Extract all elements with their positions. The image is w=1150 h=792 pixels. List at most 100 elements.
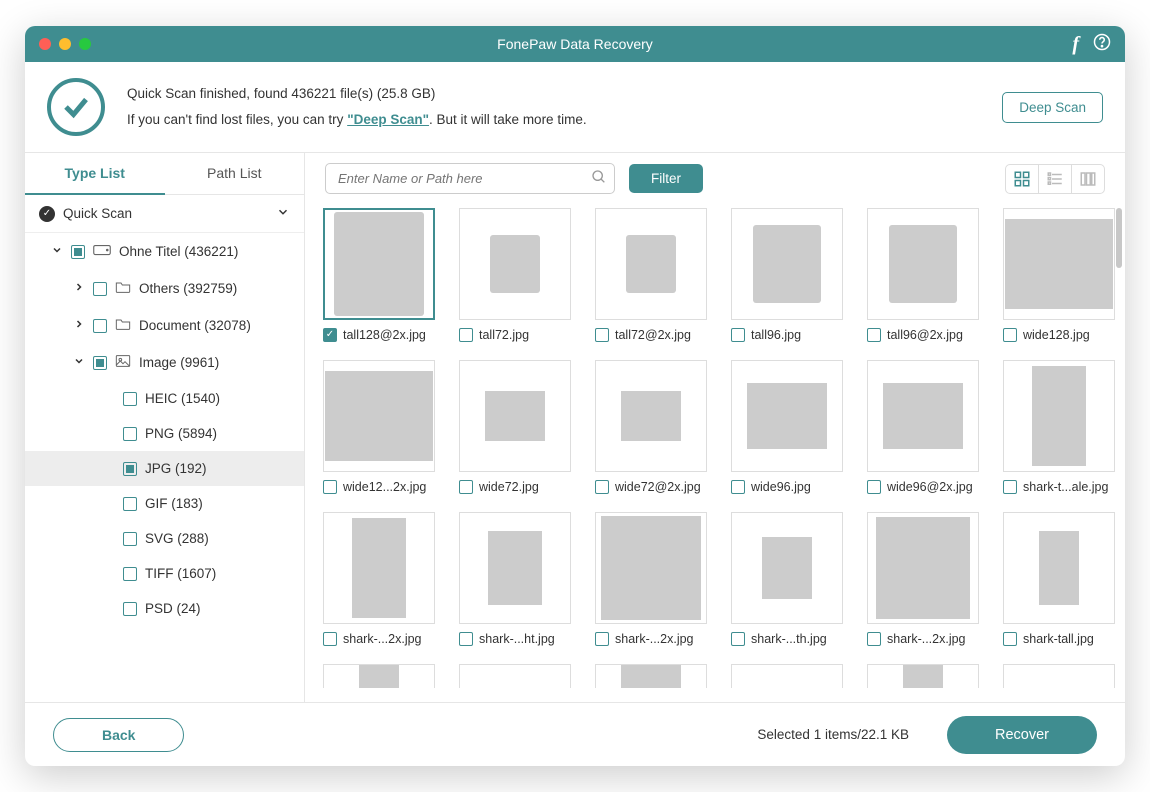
thumbnail-item[interactable]: shark-...2x.jpg xyxy=(323,512,435,646)
checkbox[interactable] xyxy=(123,602,137,616)
tab-type-list[interactable]: Type List xyxy=(25,153,165,195)
checkbox[interactable] xyxy=(323,480,337,494)
thumbnail[interactable] xyxy=(731,664,843,688)
thumbnail-item[interactable]: shark-...2x.jpg xyxy=(867,512,979,646)
thumbnail[interactable] xyxy=(459,208,571,320)
thumbnail-item[interactable]: shark-t...ale.jpg xyxy=(1003,360,1115,494)
chevron-down-icon[interactable] xyxy=(276,205,290,222)
back-button[interactable]: Back xyxy=(53,718,184,752)
search-icon[interactable] xyxy=(591,169,607,190)
thumbnail-item[interactable] xyxy=(867,664,979,688)
thumbnail[interactable] xyxy=(731,512,843,624)
checkbox[interactable] xyxy=(867,480,881,494)
checkbox[interactable] xyxy=(1003,632,1017,646)
thumbnail[interactable] xyxy=(867,664,979,688)
thumbnail[interactable] xyxy=(459,664,571,688)
thumbnail-item[interactable]: tall96.jpg xyxy=(731,208,843,342)
column-view-button[interactable] xyxy=(1071,165,1104,193)
checkbox[interactable] xyxy=(123,532,137,546)
thumbnail-item[interactable]: tall72@2x.jpg xyxy=(595,208,707,342)
chevron-right-icon[interactable] xyxy=(73,281,85,296)
thumbnail[interactable] xyxy=(1003,208,1115,320)
thumbnail[interactable] xyxy=(595,208,707,320)
thumbnail[interactable] xyxy=(731,208,843,320)
tree-quick-scan[interactable]: ✓ Quick Scan xyxy=(25,195,304,233)
thumbnail[interactable] xyxy=(867,208,979,320)
thumbnail-item[interactable]: shark-tall.jpg xyxy=(1003,512,1115,646)
thumbnail[interactable] xyxy=(323,208,435,320)
thumbnail-item[interactable] xyxy=(459,664,571,688)
tree-image[interactable]: Image (9961) xyxy=(25,344,304,381)
checkbox[interactable] xyxy=(731,632,745,646)
tree-psd[interactable]: PSD (24) xyxy=(25,591,304,626)
checkbox[interactable] xyxy=(123,567,137,581)
tree-gif[interactable]: GIF (183) xyxy=(25,486,304,521)
tree-heic[interactable]: HEIC (1540) xyxy=(25,381,304,416)
thumbnail-item[interactable]: wide128.jpg xyxy=(1003,208,1115,342)
thumbnail[interactable] xyxy=(323,664,435,688)
tree-svg[interactable]: SVG (288) xyxy=(25,521,304,556)
thumbnail-item[interactable]: tall72.jpg xyxy=(459,208,571,342)
checkbox[interactable] xyxy=(123,462,137,476)
thumbnail-item[interactable] xyxy=(595,664,707,688)
checkbox[interactable] xyxy=(595,328,609,342)
checkbox[interactable] xyxy=(459,480,473,494)
thumbnail-item[interactable]: tall128@2x.jpg xyxy=(323,208,435,342)
thumbnail[interactable] xyxy=(459,512,571,624)
tab-path-list[interactable]: Path List xyxy=(165,153,305,195)
checkbox[interactable] xyxy=(123,427,137,441)
thumbnail-item[interactable]: shark-...th.jpg xyxy=(731,512,843,646)
thumbnail-item[interactable]: shark-...ht.jpg xyxy=(459,512,571,646)
thumbnail-item[interactable]: wide96@2x.jpg xyxy=(867,360,979,494)
checkbox[interactable] xyxy=(71,245,85,259)
thumbnail[interactable] xyxy=(595,360,707,472)
checkbox[interactable] xyxy=(867,328,881,342)
checkbox[interactable] xyxy=(731,328,745,342)
chevron-down-icon[interactable] xyxy=(73,355,85,370)
thumbnail[interactable] xyxy=(595,512,707,624)
thumbnail-item[interactable] xyxy=(731,664,843,688)
list-view-button[interactable] xyxy=(1038,165,1071,193)
checkbox[interactable] xyxy=(459,632,473,646)
checkbox[interactable] xyxy=(123,392,137,406)
grid-view-button[interactable] xyxy=(1006,165,1038,193)
deep-scan-button[interactable]: Deep Scan xyxy=(1002,92,1103,123)
thumbnail-grid-wrap[interactable]: tall128@2x.jpgtall72.jpgtall72@2x.jpgtal… xyxy=(305,204,1125,702)
tree-jpg[interactable]: JPG (192) xyxy=(25,451,304,486)
thumbnail[interactable] xyxy=(867,360,979,472)
chevron-right-icon[interactable] xyxy=(73,318,85,333)
thumbnail[interactable] xyxy=(1003,512,1115,624)
thumbnail-item[interactable]: wide72.jpg xyxy=(459,360,571,494)
thumbnail-item[interactable]: wide96.jpg xyxy=(731,360,843,494)
checkbox[interactable] xyxy=(93,319,107,333)
thumbnail[interactable] xyxy=(731,360,843,472)
checkbox[interactable] xyxy=(731,480,745,494)
thumbnail[interactable] xyxy=(323,360,435,472)
deep-scan-link[interactable]: "Deep Scan" xyxy=(347,112,429,127)
thumbnail[interactable] xyxy=(459,360,571,472)
checkbox[interactable] xyxy=(323,328,337,342)
scrollbar-thumb[interactable] xyxy=(1116,208,1122,268)
thumbnail-item[interactable] xyxy=(1003,664,1115,688)
search-input[interactable] xyxy=(325,163,615,194)
tree-document[interactable]: Document (32078) xyxy=(25,307,304,344)
thumbnail-item[interactable]: tall96@2x.jpg xyxy=(867,208,979,342)
recover-button[interactable]: Recover xyxy=(947,716,1097,754)
filter-button[interactable]: Filter xyxy=(629,164,703,193)
checkbox[interactable] xyxy=(93,356,107,370)
thumbnail[interactable] xyxy=(595,664,707,688)
tree-root-volume[interactable]: Ohne Titel (436221) xyxy=(25,233,304,270)
tree-others[interactable]: Others (392759) xyxy=(25,270,304,307)
checkbox[interactable] xyxy=(93,282,107,296)
checkbox[interactable] xyxy=(323,632,337,646)
checkbox[interactable] xyxy=(123,497,137,511)
checkbox[interactable] xyxy=(867,632,881,646)
chevron-down-icon[interactable] xyxy=(51,244,63,259)
thumbnail-item[interactable]: wide72@2x.jpg xyxy=(595,360,707,494)
thumbnail[interactable] xyxy=(1003,664,1115,688)
thumbnail[interactable] xyxy=(323,512,435,624)
thumbnail-item[interactable] xyxy=(323,664,435,688)
checkbox[interactable] xyxy=(1003,328,1017,342)
thumbnail[interactable] xyxy=(867,512,979,624)
checkbox[interactable] xyxy=(459,328,473,342)
